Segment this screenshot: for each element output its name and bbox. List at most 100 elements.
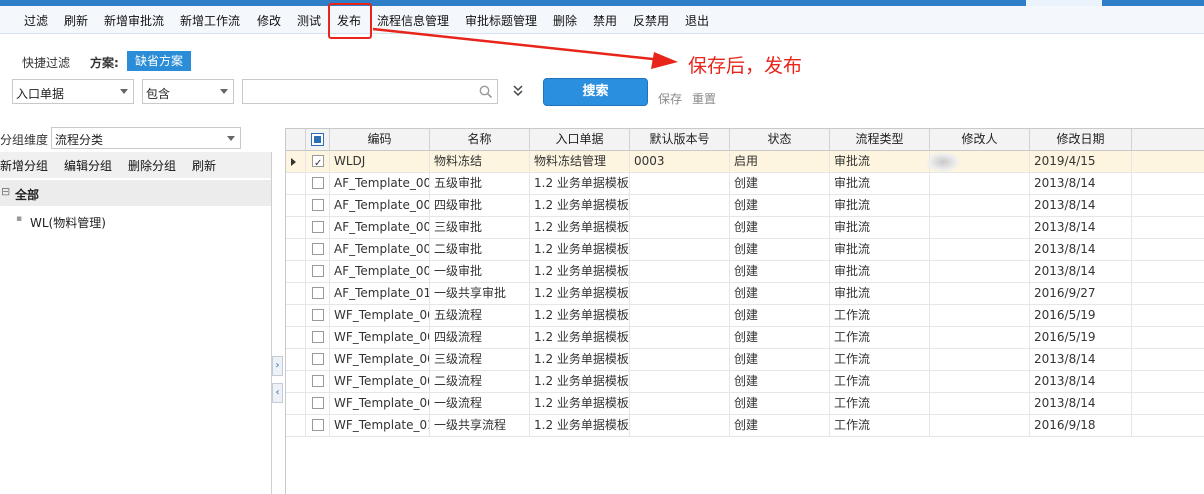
cell-type: 审批流 — [830, 283, 930, 304]
table-row[interactable]: WF_Template_002二级流程1.2 业务单据模板 创建工作流 2013/8… — [286, 371, 1204, 393]
save-scheme-link[interactable]: 保存 — [658, 90, 682, 107]
row-checkbox[interactable] — [312, 177, 324, 189]
row-checkbox[interactable] — [312, 309, 324, 321]
reset-link[interactable]: 重置 — [692, 90, 716, 107]
cell-modifier — [930, 415, 1030, 436]
column-header-date[interactable]: 修改日期 — [1030, 129, 1132, 150]
table-row[interactable]: AF_Template_003 三级审批 1.2 业务单据模板 创建 审批流 2013/8… — [286, 217, 1204, 239]
cell-entry: 1.2 业务单据模板 — [530, 349, 630, 370]
row-checkbox[interactable] — [312, 153, 324, 172]
column-header-name[interactable]: 名称 — [430, 129, 530, 150]
cell-version: 0003 — [630, 151, 730, 172]
row-checkbox-cell — [306, 327, 330, 348]
row-indicator-cell — [286, 173, 306, 194]
cell-entry: 1.2 业务单据模板 — [530, 261, 630, 282]
row-checkbox[interactable] — [312, 353, 324, 365]
table-row[interactable]: WLDJ物料冻结物料冻结管理0003启用审批流 2019/4/15 — [286, 151, 1204, 173]
cell-version — [630, 217, 730, 238]
row-checkbox[interactable] — [312, 265, 324, 277]
group-dimension-select[interactable]: 流程分类 — [51, 127, 241, 149]
expand-chevrons-icon[interactable] — [512, 84, 524, 98]
filter-field-select[interactable]: 入口单据 — [12, 79, 134, 104]
tree-node-wl-label: WL(物料管理) — [30, 216, 106, 230]
collapse-panel-button[interactable]: ‹ — [272, 383, 283, 403]
cell-type: 审批流 — [830, 151, 930, 172]
search-icon[interactable] — [479, 85, 493, 99]
select-all-checkbox[interactable] — [311, 133, 324, 146]
collapse-icon[interactable]: ⊟ — [1, 185, 10, 198]
table-row[interactable]: AF_Template_002 二级审批 1.2 业务单据模板 创建 审批流 2013/8… — [286, 239, 1204, 261]
cell-version — [630, 349, 730, 370]
table-row[interactable]: AF_Template_005 五级审批 1.2 业务单据模板 创建 审批流 2013/8… — [286, 173, 1204, 195]
cell-status: 创建 — [730, 217, 830, 238]
row-checkbox[interactable] — [312, 375, 324, 387]
add-group-button[interactable]: 新增分组 — [0, 157, 48, 174]
column-header-entry[interactable]: 入口单据 — [530, 129, 630, 150]
row-checkbox[interactable] — [312, 397, 324, 409]
row-checkbox[interactable] — [312, 199, 324, 211]
cell-code: WLDJ — [330, 151, 430, 172]
row-checkbox[interactable] — [312, 243, 324, 255]
scheme-label: 方案: — [90, 56, 119, 70]
table-row[interactable]: WF_Template_001一级流程1.2 业务单据模板 创建工作流 2013/8… — [286, 393, 1204, 415]
cell-type: 工作流 — [830, 327, 930, 348]
cell-status: 启用 — [730, 151, 830, 172]
row-checkbox[interactable] — [312, 331, 324, 343]
table-row[interactable]: AF_Template_001 一级审批 1.2 业务单据模板 创建 审批流 2013/8… — [286, 261, 1204, 283]
cell-status: 创建 — [730, 239, 830, 260]
table-row[interactable]: WF_Template_011一级共享流程1.2 业务单据模板 创建工作流 2016… — [286, 415, 1204, 437]
cell-date: 2013/8/14 — [1030, 349, 1132, 370]
delete-group-button[interactable]: 删除分组 — [128, 157, 176, 174]
cell-entry: 1.2 业务单据模板 — [530, 415, 630, 436]
cell-type: 工作流 — [830, 371, 930, 392]
cell-code: WF_Template_002 — [330, 371, 430, 392]
cell-entry: 1.2 业务单据模板 — [530, 371, 630, 392]
row-checkbox-cell — [306, 371, 330, 392]
column-header-code[interactable]: 编码 — [330, 129, 430, 150]
cell-entry: 1.2 业务单据模板 — [530, 393, 630, 414]
tree-node-wl[interactable]: ▪ WL(物料管理) — [0, 210, 271, 232]
panel-divider — [271, 152, 272, 494]
row-indicator-cell — [286, 327, 306, 348]
column-header-status[interactable]: 状态 — [730, 129, 830, 150]
row-indicator-cell — [286, 217, 306, 238]
row-checkbox[interactable] — [312, 287, 324, 299]
grid-header: 编码 名称 入口单据 默认版本号 状态 流程类型 修改人 修改日期 — [286, 129, 1204, 151]
row-checkbox-cell — [306, 393, 330, 414]
default-scheme-button[interactable]: 缺省方案 — [127, 51, 191, 71]
expand-panel-button[interactable]: › — [272, 356, 283, 376]
row-checkbox[interactable] — [312, 221, 324, 233]
cell-entry: 1.2 业务单据模板 — [530, 283, 630, 304]
row-checkbox-cell — [306, 261, 330, 282]
cell-code: WF_Template_005 — [330, 305, 430, 326]
row-checkbox-cell — [306, 195, 330, 216]
quick-filter-label: 快捷过滤 — [22, 56, 71, 70]
table-row[interactable]: AF_Template_004 四级审批 1.2 业务单据模板 创建 审批流 2013/8… — [286, 195, 1204, 217]
row-indicator-cell — [286, 151, 306, 172]
table-row[interactable]: WF_Template_003三级流程1.2 业务单据模板 创建工作流 2013/8… — [286, 349, 1204, 371]
cell-type: 审批流 — [830, 217, 930, 238]
cell-version — [630, 371, 730, 392]
cell-name: 五级审批 — [430, 173, 530, 194]
tree-node-all[interactable]: ⊟ 全部 — [0, 180, 271, 206]
cell-version — [630, 327, 730, 348]
cell-name: 四级审批 — [430, 195, 530, 216]
table-row[interactable]: WF_Template_004四级流程1.2 业务单据模板 创建工作流 2016/5… — [286, 327, 1204, 349]
search-button[interactable]: 搜索 — [543, 78, 648, 106]
cell-code: AF_Template_001 — [330, 261, 430, 282]
column-header-type[interactable]: 流程类型 — [830, 129, 930, 150]
refresh-group-button[interactable]: 刷新 — [192, 157, 216, 174]
cell-name: 二级审批 — [430, 239, 530, 260]
table-row[interactable]: AF_Template_011 一级共享审批 1.2 业务单据模板 创建 审批流 2016… — [286, 283, 1204, 305]
cell-status: 创建 — [730, 349, 830, 370]
column-header-version[interactable]: 默认版本号 — [630, 129, 730, 150]
filter-value-input[interactable] — [242, 79, 498, 104]
column-header-modifier[interactable]: 修改人 — [930, 129, 1030, 150]
edit-group-button[interactable]: 编辑分组 — [64, 157, 112, 174]
cell-code: AF_Template_003 — [330, 217, 430, 238]
row-indicator-cell — [286, 371, 306, 392]
filter-operator-select[interactable]: 包含 — [142, 79, 234, 104]
row-checkbox[interactable] — [312, 419, 324, 431]
cell-entry: 物料冻结管理 — [530, 151, 630, 172]
table-row[interactable]: WF_Template_005五级流程1.2 业务单据模板 创建工作流 2016/5… — [286, 305, 1204, 327]
